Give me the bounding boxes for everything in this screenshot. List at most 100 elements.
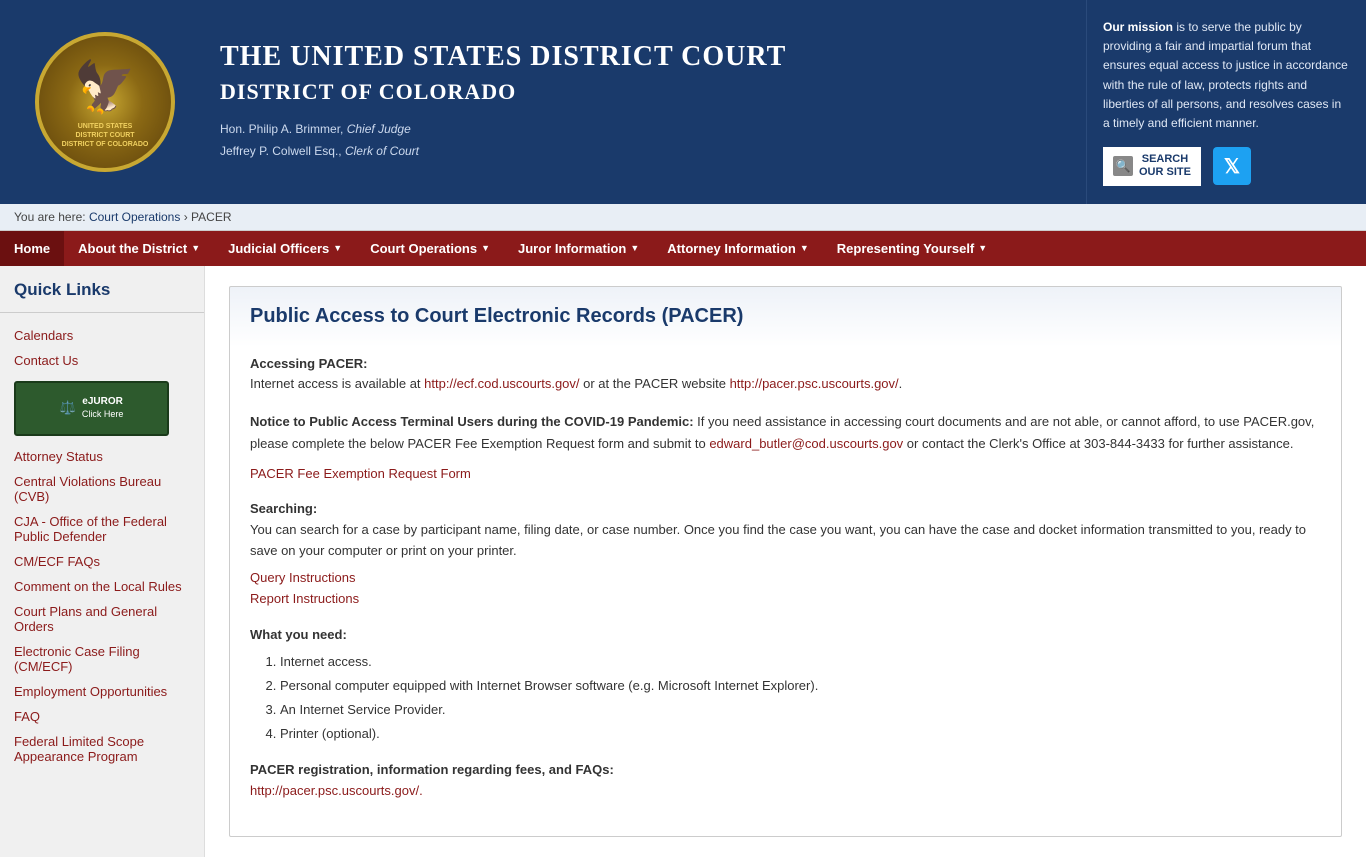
judges-info: Hon. Philip A. Brimmer, Chief Judge Jeff… [220, 119, 1076, 162]
twitter-button[interactable]: 𝕏 [1213, 147, 1251, 185]
accessing-text2: or at the PACER website [580, 376, 730, 391]
header-title-section: The United States District Court Distric… [210, 0, 1086, 204]
search-button[interactable]: 🔍 SearchOur Site [1103, 147, 1201, 185]
notice-email-link[interactable]: edward_butler@cod.uscourts.gov [709, 436, 903, 451]
nav-item-court-ops[interactable]: Court Operations ▼ [356, 231, 504, 266]
searching-links: Query Instructions Report Instructions [250, 568, 1321, 610]
search-label: SearchOur Site [1139, 153, 1191, 179]
breadcrumb-link[interactable]: Court Operations [89, 210, 180, 224]
searching-text: You can search for a case by participant… [250, 522, 1306, 558]
nav-link-judicial[interactable]: Judicial Officers ▼ [214, 231, 356, 266]
search-icon: 🔍 [1113, 156, 1133, 176]
report-link[interactable]: Report Instructions [250, 591, 359, 606]
eagle-icon: 🦅 [62, 55, 149, 120]
sidebar-link-local-rules[interactable]: Comment on the Local Rules [0, 574, 204, 599]
sidebar-link-court-plans[interactable]: Court Plans and General Orders [0, 599, 204, 639]
fee-exemption-link[interactable]: PACER Fee Exemption Request Form [250, 466, 471, 481]
list-item: Internet access. [280, 652, 1321, 673]
main-content: Public Access to Court Electronic Record… [205, 266, 1366, 857]
search-twitter-bar: 🔍 SearchOur Site 𝕏 [1103, 147, 1350, 185]
sidebar-link-cja[interactable]: CJA - Office of the Federal Public Defen… [0, 509, 204, 549]
fee-exemption-paragraph: PACER Fee Exemption Request Form [250, 463, 1321, 485]
page-layout: Quick Links Calendars Contact Us ⚖️ eJUR… [0, 266, 1366, 857]
breadcrumb-current: PACER [191, 210, 231, 224]
page-title: Public Access to Court Electronic Record… [250, 305, 1321, 336]
sidebar-link-contact[interactable]: Contact Us [0, 348, 204, 373]
court-name-line2: District of Colorado [220, 79, 1076, 105]
site-header: 🦅 UNITED STATESDISTRICT COURTDISTRICT OF… [0, 0, 1366, 204]
list-item: Personal computer equipped with Internet… [280, 676, 1321, 697]
chevron-down-icon: ▼ [481, 243, 490, 253]
what-you-need-section: What you need: Internet access. Personal… [250, 625, 1321, 744]
nav-item-representing[interactable]: Representing Yourself ▼ [823, 231, 1001, 266]
nav-link-juror[interactable]: Juror Information ▼ [504, 231, 653, 266]
notice-paragraph: Notice to Public Access Terminal Users d… [250, 411, 1321, 455]
mission-body: is to serve the public by providing a fa… [1103, 20, 1348, 130]
mission-text: Our mission is to serve the public by pr… [1103, 18, 1350, 133]
sidebar: Quick Links Calendars Contact Us ⚖️ eJUR… [0, 266, 205, 857]
accessing-link2[interactable]: http://pacer.psc.uscourts.gov/ [730, 376, 899, 391]
query-link[interactable]: Query Instructions [250, 570, 356, 585]
nav-item-home[interactable]: Home [0, 231, 64, 266]
sidebar-link-calendars[interactable]: Calendars [0, 323, 204, 348]
ejuror-banner-container[interactable]: ⚖️ eJURORClick Here [14, 381, 190, 436]
what-you-need-label: What you need: [250, 625, 1321, 646]
sidebar-link-federal-limited[interactable]: Federal Limited Scope Appearance Program [0, 729, 204, 769]
chevron-down-icon: ▼ [630, 243, 639, 253]
header-logo: 🦅 UNITED STATESDISTRICT COURTDISTRICT OF… [0, 0, 210, 204]
seal-inner: 🦅 UNITED STATESDISTRICT COURTDISTRICT OF… [62, 55, 149, 149]
breadcrumb-separator: › [184, 210, 188, 224]
ejuror-label: eJURORClick Here [82, 395, 124, 421]
nav-link-home[interactable]: Home [0, 231, 64, 266]
registration-section: PACER registration, information regardin… [250, 760, 1321, 802]
nav-item-about[interactable]: About the District ▼ [64, 231, 214, 266]
registration-link[interactable]: http://pacer.psc.uscourts.gov/. [250, 783, 423, 798]
list-item: Printer (optional). [280, 724, 1321, 745]
nav-item-attorney[interactable]: Attorney Information ▼ [653, 231, 822, 266]
chevron-down-icon: ▼ [800, 243, 809, 253]
nav-item-juror[interactable]: Juror Information ▼ [504, 231, 653, 266]
accessing-text: Internet access is available at [250, 376, 424, 391]
list-item: An Internet Service Provider. [280, 700, 1321, 721]
accessing-link1[interactable]: http://ecf.cod.uscourts.gov/ [424, 376, 579, 391]
sidebar-link-employment[interactable]: Employment Opportunities [0, 679, 204, 704]
accessing-text3: . [899, 376, 903, 391]
accessing-label: Accessing PACER: [250, 356, 368, 371]
nav-item-judicial[interactable]: Judicial Officers ▼ [214, 231, 356, 266]
notice-section: Notice to Public Access Terminal Users d… [250, 411, 1321, 485]
sidebar-link-faq[interactable]: FAQ [0, 704, 204, 729]
sidebar-title: Quick Links [0, 280, 204, 313]
nav-link-court-ops[interactable]: Court Operations ▼ [356, 231, 504, 266]
notice-bold: Notice to Public Access Terminal Users d… [250, 414, 694, 429]
chevron-down-icon: ▼ [191, 243, 200, 253]
sidebar-link-attorney-status[interactable]: Attorney Status [0, 444, 204, 469]
nav-link-attorney[interactable]: Attorney Information ▼ [653, 231, 822, 266]
court-name-line1: The United States District Court [220, 41, 1076, 73]
chevron-down-icon: ▼ [333, 243, 342, 253]
nav-link-about[interactable]: About the District ▼ [64, 231, 214, 266]
accessing-paragraph: Accessing PACER: Internet access is avai… [250, 354, 1321, 396]
main-nav: Home About the District ▼ Judicial Offic… [0, 231, 1366, 266]
sidebar-link-ecf[interactable]: Electronic Case Filing (CM/ECF) [0, 639, 204, 679]
registration-label: PACER registration, information regardin… [250, 762, 614, 777]
breadcrumb-prefix: You are here: [14, 210, 86, 224]
clerk-line: Jeffrey P. Colwell Esq., Clerk of Court [220, 141, 1076, 163]
chevron-down-icon: ▼ [978, 243, 987, 253]
nav-link-representing[interactable]: Representing Yourself ▼ [823, 231, 1001, 266]
clerk-name: Jeffrey P. Colwell Esq., [220, 144, 342, 158]
ejuror-icon: ⚖️ [60, 400, 76, 416]
sidebar-link-cvb[interactable]: Central Violations Bureau (CVB) [0, 469, 204, 509]
sidebar-link-cmecf-faqs[interactable]: CM/ECF FAQs [0, 549, 204, 574]
content-box: Public Access to Court Electronic Record… [229, 286, 1342, 837]
registration-paragraph: PACER registration, information regardin… [250, 760, 1321, 802]
mission-section: Our mission is to serve the public by pr… [1086, 0, 1366, 204]
clerk-title: Clerk of Court [345, 144, 419, 158]
court-seal: 🦅 UNITED STATESDISTRICT COURTDISTRICT OF… [35, 32, 175, 172]
mission-strong: Our mission [1103, 20, 1173, 34]
searching-section: Searching: You can search for a case by … [250, 499, 1321, 609]
ejuror-banner[interactable]: ⚖️ eJURORClick Here [14, 381, 169, 436]
searching-label: Searching: [250, 501, 317, 516]
chief-judge-line: Hon. Philip A. Brimmer, Chief Judge [220, 119, 1076, 141]
chief-judge-name: Hon. Philip A. Brimmer, [220, 122, 343, 136]
notice-text2: or contact the Clerk's Office at 303-844… [903, 436, 1293, 451]
